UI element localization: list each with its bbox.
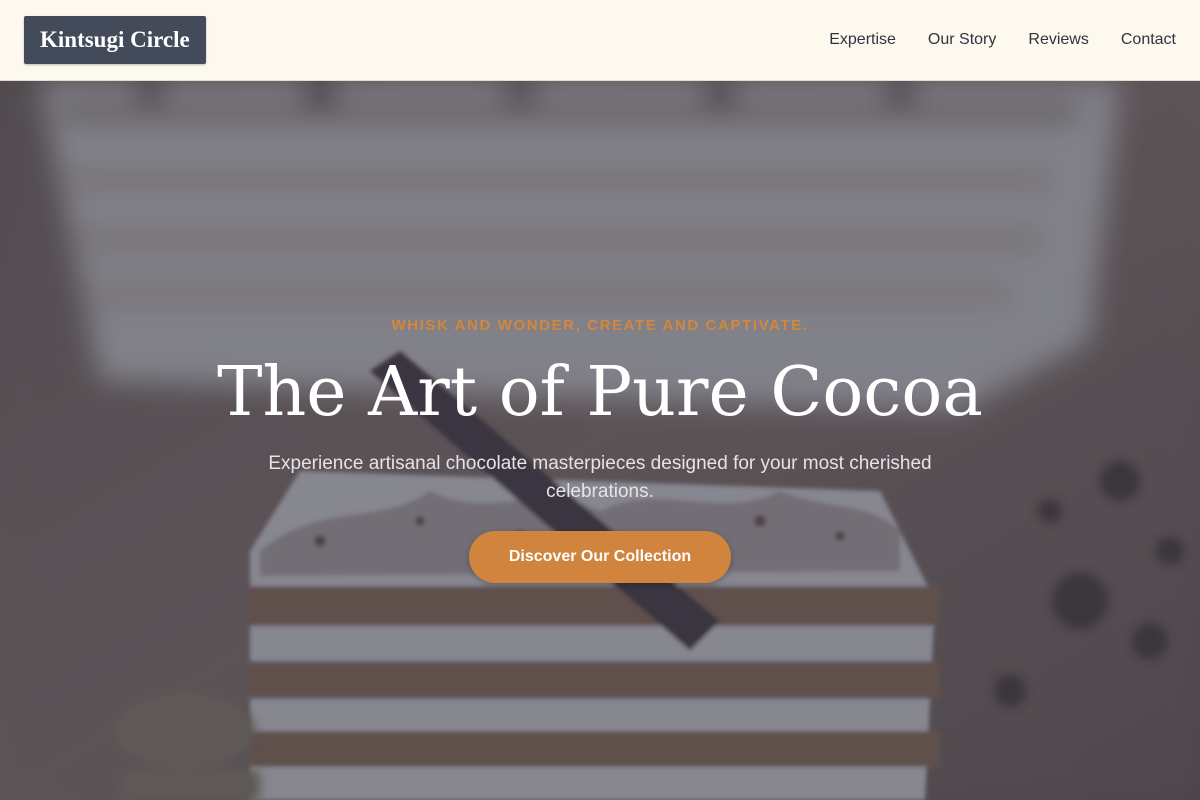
nav-link-expertise[interactable]: Expertise: [829, 31, 896, 49]
nav-link-reviews[interactable]: Reviews: [1028, 31, 1088, 49]
hero-section: WHISK AND WONDER, CREATE AND CAPTIVATE. …: [0, 81, 1200, 800]
main-nav: Expertise Our Story Reviews Contact: [829, 31, 1176, 49]
hero-content: WHISK AND WONDER, CREATE AND CAPTIVATE. …: [0, 81, 1200, 800]
hero-title: The Art of Pure Cocoa: [217, 353, 983, 432]
site-header: Kintsugi Circle Expertise Our Story Revi…: [0, 0, 1200, 81]
nav-link-contact[interactable]: Contact: [1121, 31, 1176, 49]
nav-link-our-story[interactable]: Our Story: [928, 31, 996, 49]
discover-collection-button[interactable]: Discover Our Collection: [469, 531, 731, 583]
hero-subtitle: Experience artisanal chocolate masterpie…: [268, 453, 932, 502]
hero-eyebrow: WHISK AND WONDER, CREATE AND CAPTIVATE.: [391, 317, 809, 334]
site-logo[interactable]: Kintsugi Circle: [24, 16, 206, 64]
